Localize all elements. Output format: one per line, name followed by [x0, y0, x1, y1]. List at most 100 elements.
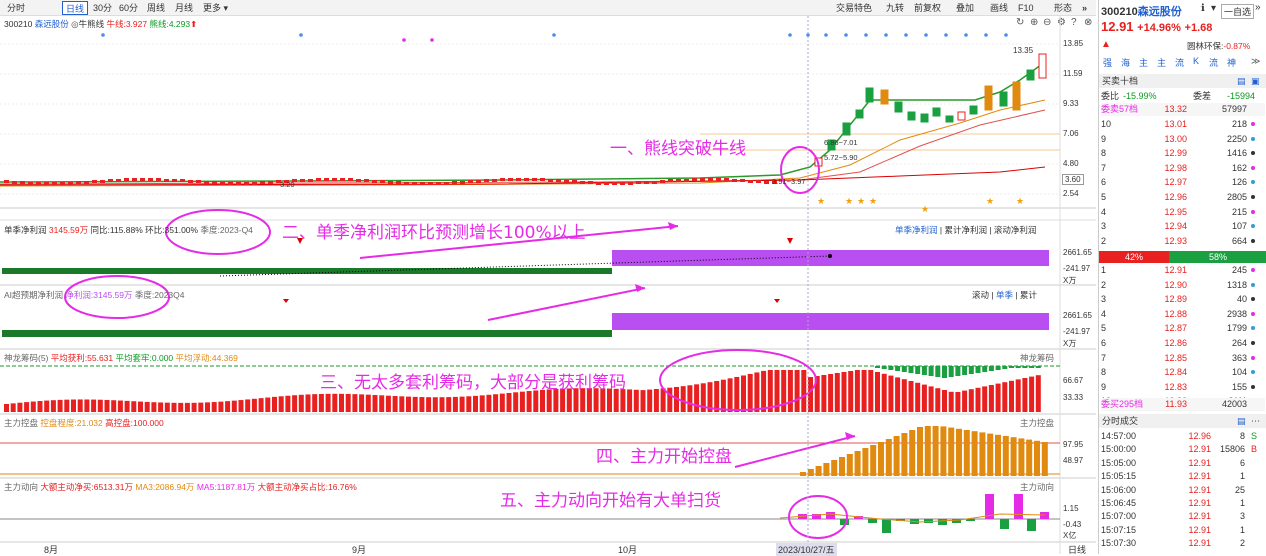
- tab-q7[interactable]: 神: [1227, 56, 1236, 69]
- weicha-label: 委差: [1193, 91, 1212, 101]
- x-period-label[interactable]: 日线: [1068, 543, 1086, 556]
- tab-cum-profit[interactable]: 累计净利润: [944, 225, 987, 235]
- candle: [356, 179, 361, 182]
- feature-tabs: 强 海 主 主 流 K 流 神 ≫: [1101, 56, 1265, 70]
- tab-q5[interactable]: K: [1193, 56, 1199, 66]
- chip-bar: [10, 403, 16, 412]
- candle: [1026, 69, 1035, 81]
- chip-trap-bar: [1002, 366, 1008, 369]
- ai-quarter: 季度:2023Q4: [134, 290, 185, 300]
- candle: [444, 182, 449, 185]
- candle: [700, 178, 705, 181]
- candle: [508, 178, 513, 181]
- level: 5: [1101, 192, 1107, 202]
- bid-row[interactable]: 7 12.85 363: [1101, 352, 1265, 365]
- chip-bar: [975, 387, 981, 412]
- candle: [684, 179, 689, 182]
- trade-time: 14:57:00: [1101, 431, 1137, 441]
- candle: [100, 180, 105, 183]
- flow-net: 大额主动净买:6513.31万: [40, 482, 133, 492]
- tab-q3[interactable]: 主: [1157, 56, 1166, 69]
- tab-q2[interactable]: 主: [1139, 56, 1148, 69]
- annotation-1: 一、熊线突破牛线: [610, 139, 746, 159]
- tab-single-profit[interactable]: 单季净利润: [895, 225, 938, 235]
- ma-line: [0, 99, 1046, 187]
- tab-q4[interactable]: 流: [1175, 56, 1184, 69]
- candle: [580, 181, 585, 184]
- quote-price: 12.91 +14.96% +1.68: [1101, 19, 1212, 34]
- bid-row[interactable]: 9 12.83 155: [1101, 381, 1265, 394]
- collapse-icon[interactable]: ≫: [1251, 56, 1260, 67]
- quote-panel: 300210森远股份 ℹ ▾ 一自选 » 12.91 +14.96% +1.68…: [1098, 0, 1266, 554]
- candle: [124, 178, 129, 181]
- bid-row[interactable]: 3 12.89 40: [1101, 293, 1265, 306]
- bid-row[interactable]: 8 12.84 104: [1101, 366, 1265, 379]
- book-settings-icon[interactable]: ▤: [1237, 74, 1246, 88]
- tab-ai-cum[interactable]: 累计: [1020, 290, 1037, 300]
- control-bar: [932, 426, 939, 476]
- tab-ai-roll[interactable]: 滚动: [972, 290, 989, 300]
- ask-row[interactable]: 2 12.93 664: [1101, 235, 1265, 248]
- chip-bar: [473, 395, 478, 412]
- ask-row[interactable]: 7 12.98 162: [1101, 162, 1265, 175]
- bid-ratio: 42%: [1099, 251, 1169, 263]
- chip-bar: [305, 394, 311, 412]
- chip-bar: [245, 399, 251, 412]
- chip-bar: [667, 387, 673, 412]
- candle: [604, 182, 609, 185]
- level: 7: [1101, 162, 1107, 173]
- candle: [260, 181, 265, 184]
- trades-settings-icon[interactable]: ▤: [1237, 414, 1246, 428]
- chip-trap-bar: [962, 366, 968, 375]
- chip-bar: [406, 396, 411, 412]
- bid-ask-ratio-bar: 42% 58%: [1099, 251, 1266, 263]
- trade-time: 15:07:30: [1101, 538, 1137, 549]
- level-price: 12.97: [1164, 177, 1187, 188]
- tab-ai-single[interactable]: 单季: [996, 290, 1013, 300]
- favorite-dropdown[interactable]: ▾: [1211, 3, 1216, 14]
- chip-bar: [84, 399, 90, 412]
- trade-row: 15:06:45 12.91 1: [1101, 497, 1265, 510]
- tab-q0[interactable]: 强: [1103, 56, 1112, 69]
- tab-q1[interactable]: 海: [1121, 56, 1130, 69]
- chip-bar: [452, 396, 458, 412]
- bid-row[interactable]: 6 12.86 264: [1101, 337, 1265, 350]
- tab-q6[interactable]: 流: [1209, 56, 1218, 69]
- candle: [332, 178, 337, 181]
- tab-roll-profit[interactable]: 滚动净利润: [994, 225, 1037, 235]
- ask-row[interactable]: 5 12.96 2805: [1101, 191, 1265, 204]
- expand-panel-icon[interactable]: »: [1255, 2, 1261, 13]
- alert-icon[interactable]: ▲: [1101, 39, 1111, 50]
- info-icon[interactable]: ℹ: [1201, 3, 1205, 14]
- trade-row: 15:05:15 12.91 1: [1101, 470, 1265, 483]
- ask-row[interactable]: 8 12.99 1416: [1101, 147, 1265, 160]
- order-dot: [1251, 384, 1255, 389]
- trade-volume: 1: [1239, 471, 1245, 482]
- bid-row[interactable]: 5 12.87 1799: [1101, 322, 1265, 335]
- chip-bar: [988, 385, 994, 412]
- chip-bar: [17, 402, 23, 412]
- book-toggle-icon[interactable]: ▣: [1251, 74, 1260, 88]
- chip-bar: [265, 397, 271, 412]
- sell-total-vol: 57997: [1221, 104, 1247, 114]
- trade-time: 15:05:00: [1101, 457, 1137, 468]
- ask-row[interactable]: 3 12.94 107: [1101, 220, 1265, 233]
- bid-row[interactable]: 1 12.91 245: [1101, 264, 1265, 277]
- control-bar: [854, 451, 861, 476]
- ask-row[interactable]: 4 12.95 215: [1101, 206, 1265, 219]
- bid-row[interactable]: 2 12.90 1318: [1101, 279, 1265, 292]
- candle: [920, 113, 929, 123]
- x-label-aug: 8月: [44, 545, 59, 555]
- ask-row[interactable]: 10 13.01 218: [1101, 118, 1265, 131]
- level-volume: 1416: [1226, 148, 1247, 159]
- ask-row[interactable]: 9 13.00 2250: [1101, 133, 1265, 146]
- watchlist-button[interactable]: 一自选: [1221, 4, 1255, 19]
- ask-row[interactable]: 6 12.97 126: [1101, 176, 1265, 189]
- candle: [220, 182, 225, 185]
- bid-row[interactable]: 4 12.88 2938: [1101, 308, 1265, 321]
- ask-ratio: 58%: [1169, 251, 1266, 263]
- related-name: 圆林环保:: [1187, 41, 1224, 51]
- trades-more-icon[interactable]: ⋯: [1251, 414, 1260, 428]
- chip-trap-bar: [1015, 366, 1021, 368]
- trade-volume: 3: [1239, 511, 1245, 522]
